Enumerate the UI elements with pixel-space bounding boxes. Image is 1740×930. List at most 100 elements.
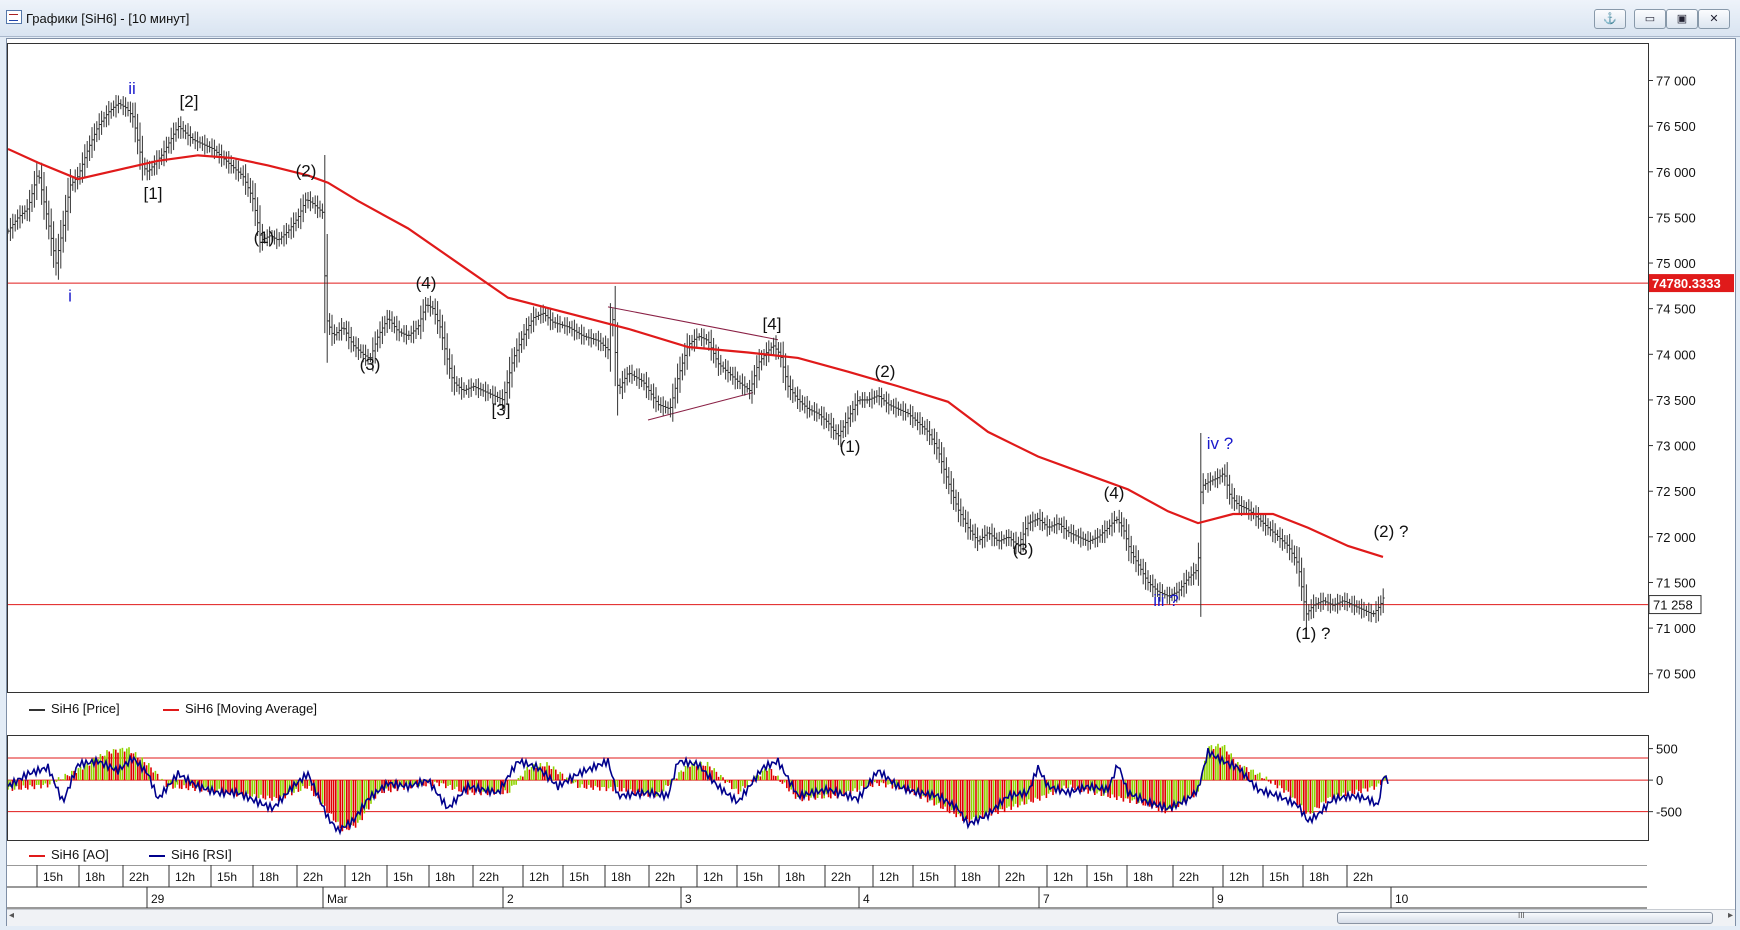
- maximize-button[interactable]: ▣: [1666, 9, 1698, 29]
- time-axis[interactable]: 15h 18h 22h 12h 15h 18h 22h 12h 15h 18h 22h 12h 15h 1…: [7, 865, 1647, 909]
- date-label: 9: [1217, 892, 1224, 906]
- hour-label: 22h: [1353, 870, 1373, 884]
- hour-label: 22h: [1179, 870, 1199, 884]
- price-tick-label: 70 500: [1656, 667, 1696, 682]
- legend-ao-swatch: [29, 854, 45, 857]
- price-tick-label: 76 000: [1656, 165, 1696, 180]
- legend-ma-swatch: [163, 708, 179, 711]
- wave-label: (2): [296, 161, 317, 180]
- price-tick-label: 72 000: [1656, 530, 1696, 545]
- date-label: Mar: [327, 892, 348, 906]
- scroll-thumb[interactable]: III: [1337, 911, 1713, 924]
- hour-label: 18h: [85, 870, 105, 884]
- wave-label: [4]: [763, 315, 782, 334]
- triangle-upper-line: [607, 306, 779, 341]
- chart-app-icon: [6, 10, 22, 24]
- wave-label: (1) ?: [1296, 624, 1331, 643]
- hour-label: 15h: [569, 870, 589, 884]
- price-chart-svg: ii [2] [1] i (2) (1) (4) (3) [3] [4] (2) (1) (4) (3) i…: [6, 79, 1648, 643]
- hour-label: 22h: [479, 870, 499, 884]
- hour-label: 18h: [611, 870, 631, 884]
- legend-price-label: SiH6 [Price]: [51, 701, 120, 716]
- indicator-chart-svg: [7, 743, 1648, 836]
- legend-rsi-label: SiH6 [RSI]: [171, 847, 232, 862]
- hour-label: 22h: [1005, 870, 1025, 884]
- wave-label: (4): [1104, 484, 1125, 503]
- pin-button[interactable]: ⚓: [1594, 9, 1626, 29]
- legend-ao-label: SiH6 [AO]: [51, 847, 109, 862]
- hour-label: 12h: [703, 870, 723, 884]
- wave-label: [1]: [144, 184, 163, 203]
- legend-price-swatch: [29, 708, 45, 711]
- hour-label: 15h: [217, 870, 237, 884]
- price-tick-label: 73 000: [1656, 439, 1696, 454]
- scroll-thumb-grip: III: [1518, 911, 1525, 920]
- hour-label: 18h: [1133, 870, 1153, 884]
- wave-label: iii ?: [1153, 591, 1179, 610]
- hour-label: 12h: [351, 870, 371, 884]
- hour-label: 18h: [1309, 870, 1329, 884]
- date-label: 4: [863, 892, 870, 906]
- hour-label: 12h: [175, 870, 195, 884]
- price-pane[interactable]: ii [2] [1] i (2) (1) (4) (3) [3] [4] (2) (1) (4) (3) i…: [6, 43, 1649, 693]
- price-tick-label: 73 500: [1656, 393, 1696, 408]
- hour-label: 12h: [879, 870, 899, 884]
- hour-label: 18h: [259, 870, 279, 884]
- hour-label: 12h: [1053, 870, 1073, 884]
- price-legend: SiH6 [Price] SiH6 [Moving Average]: [7, 699, 1647, 719]
- wave-label: (2) ?: [1374, 522, 1409, 541]
- indicator-tick-label: 0: [1656, 773, 1663, 788]
- price-tick-label: 76 500: [1656, 119, 1696, 134]
- window-title: Графики [SiH6] - [10 минут]: [26, 11, 190, 26]
- wave-label: (1): [840, 437, 861, 456]
- indicator-axis: 500 0 -500: [1648, 742, 1682, 820]
- indicator-legend: SiH6 [AO] SiH6 [RSI]: [7, 845, 1647, 865]
- hour-label: 22h: [655, 870, 675, 884]
- wave-label: (2): [875, 362, 896, 381]
- wave-label: (4): [416, 274, 437, 293]
- indicator-pane[interactable]: [7, 735, 1649, 841]
- hour-label: 18h: [961, 870, 981, 884]
- hour-label: 15h: [919, 870, 939, 884]
- hour-label: 15h: [1269, 870, 1289, 884]
- date-label: 29: [151, 892, 165, 906]
- chart-window: ii [2] [1] i (2) (1) (4) (3) [3] [4] (2) (1) (4) (3) i…: [6, 38, 1736, 926]
- price-tick-label: 74 500: [1656, 302, 1696, 317]
- last-price-label: 71 258: [1653, 598, 1693, 613]
- hour-label: 18h: [785, 870, 805, 884]
- horizontal-scrollbar[interactable]: ◂ III ▸: [7, 909, 1735, 926]
- legend-price: SiH6 [Price]: [29, 701, 120, 716]
- wave-label: (3): [1013, 540, 1034, 559]
- price-tick-label: 72 500: [1656, 484, 1696, 499]
- close-button[interactable]: ✕: [1698, 9, 1730, 29]
- legend-rsi-swatch: [149, 854, 165, 857]
- current-level-label: 74780.3333: [1652, 276, 1721, 291]
- scroll-left-arrow-icon[interactable]: ◂: [9, 910, 14, 921]
- price-tick-label: 71 500: [1656, 575, 1696, 590]
- hour-label: 22h: [303, 870, 323, 884]
- price-tick-label: 74 000: [1656, 347, 1696, 362]
- date-label: 7: [1043, 892, 1050, 906]
- hour-label: 15h: [1093, 870, 1113, 884]
- ao-histogram: [7, 743, 1386, 832]
- minimize-button[interactable]: ▭: [1634, 9, 1666, 29]
- legend-ma: SiH6 [Moving Average]: [163, 701, 317, 716]
- price-axis: 77 000 76 500 76 000 75 500 75 000 74 500 74 0…: [1648, 74, 1734, 682]
- date-label: 2: [507, 892, 514, 906]
- indicator-tick-label: -500: [1656, 805, 1682, 820]
- scroll-right-arrow-icon[interactable]: ▸: [1728, 910, 1733, 921]
- hour-label: 15h: [393, 870, 413, 884]
- legend-rsi: SiH6 [RSI]: [149, 847, 232, 862]
- window-titlebar: Графики [SiH6] - [10 минут] ⚓ ▭ ▣ ✕: [0, 0, 1740, 37]
- wave-label: [2]: [180, 92, 199, 111]
- indicator-tick-label: 500: [1656, 742, 1678, 757]
- wave-label: ii: [128, 79, 136, 98]
- wave-label: [3]: [492, 400, 511, 419]
- moving-average-line: [7, 147, 1384, 558]
- legend-ma-label: SiH6 [Moving Average]: [185, 701, 317, 716]
- legend-ao: SiH6 [AO]: [29, 847, 109, 862]
- hour-label: 22h: [831, 870, 851, 884]
- hour-label: 15h: [43, 870, 63, 884]
- price-bars: [6, 95, 1385, 632]
- price-tick-label: 77 000: [1656, 74, 1696, 89]
